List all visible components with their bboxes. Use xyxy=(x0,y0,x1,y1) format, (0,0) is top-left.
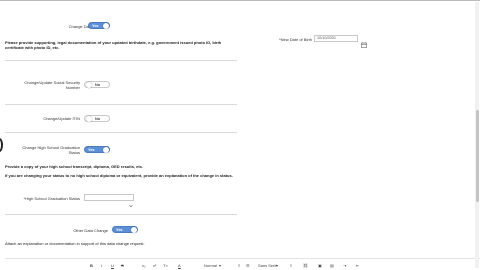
toggle-state: Yes xyxy=(88,147,95,152)
outdent-icon[interactable]: ⇤ xyxy=(356,263,359,268)
hs-status-select[interactable] xyxy=(84,194,134,201)
indent-icon[interactable]: ⇥ xyxy=(343,263,346,268)
format-chevron-icon: ▾ xyxy=(219,263,222,268)
superscript-button[interactable]: x² xyxy=(153,263,156,268)
section-divider xyxy=(5,104,237,105)
toggle-state: No xyxy=(95,82,101,87)
italic-button[interactable]: I xyxy=(101,263,102,268)
subscript-button[interactable]: x₂ xyxy=(142,263,146,268)
hs-instructions-2: If you are changing your status to no hi… xyxy=(5,173,233,178)
chevron-down-icon xyxy=(129,195,133,208)
other-instructions: Attach an explanation or documentation i… xyxy=(5,241,145,246)
image-icon[interactable]: ▣ xyxy=(318,263,322,268)
font-select[interactable]: Sans Serif xyxy=(258,263,276,268)
edge-indicator xyxy=(0,138,3,152)
toggle-knob xyxy=(131,226,137,233)
new-dob-label: *New Date of Birth xyxy=(279,37,312,42)
strike-button[interactable]: S xyxy=(121,263,124,268)
change-itin-label: Change/Update ITIN xyxy=(43,116,80,121)
underline-button[interactable]: U xyxy=(111,263,114,268)
change-hs-label: Change High School Graduation Status xyxy=(22,145,80,155)
dob-instructions: Please provide supporting, legal documen… xyxy=(5,40,222,50)
bold-button[interactable]: B xyxy=(90,263,93,268)
change-hs-toggle[interactable]: Yes xyxy=(84,146,110,153)
font-color-button[interactable]: A xyxy=(178,263,181,268)
font-chevron-icon: ▾ xyxy=(276,263,279,268)
hs-status-label: *High School Graduation Status xyxy=(23,196,80,201)
change-ssn-label: Change/Update Social Security Number xyxy=(24,80,80,90)
toggle-knob xyxy=(103,146,109,153)
top-divider xyxy=(0,0,480,1)
change-dob-toggle[interactable]: Yes xyxy=(88,22,110,29)
new-dob-input[interactable]: 10/10/2001 xyxy=(314,35,358,42)
toggle-knob xyxy=(86,81,92,88)
other-change-toggle[interactable]: Yes xyxy=(112,226,138,233)
hs-instructions-1: Provide a copy of your high school trans… xyxy=(5,164,144,169)
video-icon[interactable]: ▤ xyxy=(330,263,334,268)
bullet-list-icon[interactable]: ☰ xyxy=(246,263,250,268)
change-itin-toggle[interactable]: No xyxy=(84,115,110,122)
section-divider xyxy=(5,132,237,133)
calendar-icon[interactable] xyxy=(361,35,367,48)
clear-format-button[interactable]: T× xyxy=(163,263,168,268)
section-divider xyxy=(5,60,237,61)
toggle-knob xyxy=(86,115,92,122)
link-icon[interactable]: ⛓ xyxy=(303,263,308,268)
scrollbar-thumb[interactable] xyxy=(475,110,479,202)
section-divider xyxy=(5,214,237,215)
format-select[interactable]: Normal xyxy=(204,263,217,268)
change-ssn-toggle[interactable]: No xyxy=(84,81,110,88)
other-change-label: Other Data Change xyxy=(73,228,108,233)
toggle-knob xyxy=(103,22,109,29)
ordered-list-icon[interactable]: ≡ xyxy=(238,263,240,268)
toggle-state: Yes xyxy=(116,227,123,232)
toggle-state: Yes xyxy=(92,23,99,28)
toggle-state: No xyxy=(95,116,101,121)
align-left-icon[interactable]: ≡ xyxy=(290,263,292,268)
toolbar-divider xyxy=(5,258,480,259)
scrollbar-track[interactable] xyxy=(475,2,479,268)
